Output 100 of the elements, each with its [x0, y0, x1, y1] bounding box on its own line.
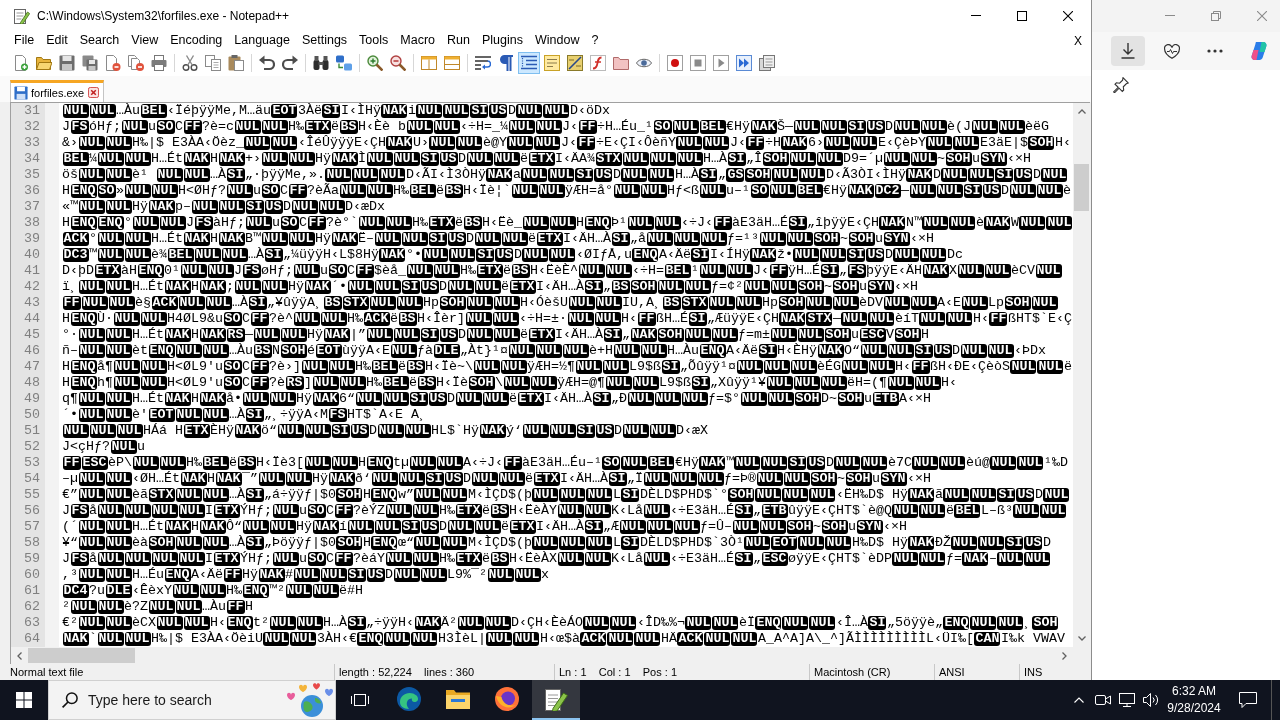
control-char-marker: NUL	[78, 392, 105, 406]
menu-item[interactable]: Settings	[295, 32, 354, 49]
line-number: 42	[23, 279, 41, 295]
control-char-marker: NUL	[549, 424, 576, 438]
control-char-marker: NAK	[779, 312, 806, 326]
control-char-marker: SI	[576, 424, 595, 438]
control-char-marker: NUL	[105, 616, 132, 630]
control-char-marker: NAK	[381, 104, 408, 118]
control-char-marker: BS	[339, 120, 358, 134]
code-text: ë	[501, 519, 509, 534]
code-text: H‹	[210, 615, 226, 630]
status-text: INS	[1023, 665, 1044, 680]
control-char-marker: NUL	[285, 472, 312, 486]
control-char-marker: NUL	[390, 344, 417, 358]
vertical-scrollbar[interactable]	[1073, 103, 1090, 647]
heart-pulse-icon	[1163, 43, 1180, 59]
menu-item[interactable]: ?	[585, 32, 605, 49]
menu-item[interactable]: Tools	[353, 32, 395, 49]
folder-icon	[446, 689, 470, 709]
browser-toolbar-button[interactable]	[1111, 36, 1145, 66]
menu-item[interactable]: Edit	[40, 32, 74, 49]
clock-date: 9/28/2024	[1167, 700, 1221, 717]
code-text: Ë–	[358, 231, 374, 246]
toolbar-button[interactable]	[387, 52, 409, 74]
code-text: E‹ÇèÞY	[877, 135, 926, 150]
code-text: „Xûÿÿ¹¥	[710, 375, 766, 390]
menu-item[interactable]: File	[8, 32, 41, 49]
control-char-marker: SI	[995, 168, 1014, 182]
control-char-marker: BS	[406, 360, 425, 374]
minimize-icon	[971, 15, 981, 16]
close-document-button[interactable]: X	[1074, 33, 1082, 48]
close-icon[interactable]	[88, 87, 100, 98]
control-char-marker: US	[982, 184, 1001, 198]
code-text: A‹÷J‹	[463, 455, 503, 470]
code-text: ð‘	[355, 471, 371, 486]
code-text: ÷H…Éu_¹	[597, 119, 653, 134]
control-char-marker: NUL	[610, 616, 637, 630]
control-char-marker: ETX	[509, 280, 536, 294]
control-char-marker: NUL	[841, 360, 868, 374]
code-text: èt	[132, 343, 148, 358]
menu-item[interactable]: Plugins	[475, 32, 529, 49]
menu-item[interactable]: Search	[73, 32, 126, 49]
control-char-marker: NUL	[433, 264, 460, 278]
control-char-marker: NUL	[984, 264, 1011, 278]
window-title: C:\Windows\System32\forfiles.exe - Notepad++	[37, 8, 290, 23]
file-tab[interactable]: forfiles.exe	[10, 80, 105, 102]
code-text: Hp	[762, 295, 778, 310]
control-char-marker: NAK	[699, 456, 726, 470]
code-text: N	[272, 343, 280, 358]
code-text: H‰	[460, 263, 476, 278]
code-text: °	[124, 215, 132, 230]
control-char-marker: SI	[347, 568, 366, 582]
control-char-marker: NUL	[793, 248, 820, 262]
pin-icon[interactable]	[1113, 77, 1129, 93]
control-char-marker: NUL	[809, 616, 836, 630]
control-char-marker: SI	[470, 104, 489, 118]
control-char-marker: NUL	[97, 552, 124, 566]
scrollbar-thumb[interactable]	[1074, 164, 1089, 211]
control-char-marker: NUL	[832, 296, 859, 310]
code-text: ë	[455, 215, 463, 230]
code-text: …Àu	[202, 599, 226, 614]
word-wrap-icon	[475, 55, 491, 71]
code-text: ƒà	[417, 343, 433, 358]
control-char-marker: NUL	[132, 216, 159, 230]
code-text: I	[205, 503, 213, 518]
control-char-marker: NUL	[312, 584, 339, 598]
code-text: H4ØL9&u	[167, 311, 223, 326]
menu-item[interactable]: Language	[228, 32, 296, 49]
menu-item[interactable]: View	[125, 32, 165, 49]
toolbar-button[interactable]	[564, 52, 586, 74]
toolbar-button[interactable]	[364, 52, 386, 74]
control-char-marker: BEL	[140, 104, 167, 118]
scrollbar-thumb[interactable]	[28, 648, 135, 663]
code-text: ~	[824, 279, 832, 294]
control-char-marker: NUL	[535, 120, 562, 134]
control-char-marker: NUL	[271, 136, 298, 150]
menu-item[interactable]: Macro	[394, 32, 442, 49]
control-char-marker: NUL	[355, 392, 382, 406]
control-char-marker: US	[447, 232, 466, 246]
code-text: ë	[520, 327, 528, 342]
control-char-marker: NUL	[731, 632, 758, 646]
code-text: D‹æX	[676, 423, 708, 438]
search-field[interactable]: Type here to search	[88, 690, 285, 710]
control-char-marker: FF	[288, 184, 307, 198]
search-box[interactable]: Type here to search	[48, 680, 336, 720]
taskbar-app-button[interactable]	[532, 680, 580, 720]
control-char-marker: NUL	[113, 312, 140, 326]
code-text: D	[463, 471, 471, 486]
code-text: D	[932, 167, 941, 182]
code-text: „5öÿÿè„	[887, 615, 943, 630]
control-char-marker: NAK	[908, 536, 935, 550]
line-number: 48	[23, 375, 41, 391]
menu-item[interactable]: Run	[441, 32, 476, 49]
code-text: D	[508, 103, 516, 118]
line-number: 59	[23, 551, 41, 567]
menu-item[interactable]: Encoding	[164, 32, 229, 49]
menu-item[interactable]: Window	[528, 32, 586, 49]
code-text: D	[1042, 535, 1051, 550]
control-char-marker: NUL	[443, 104, 470, 118]
control-char-marker: NUL	[404, 424, 431, 438]
